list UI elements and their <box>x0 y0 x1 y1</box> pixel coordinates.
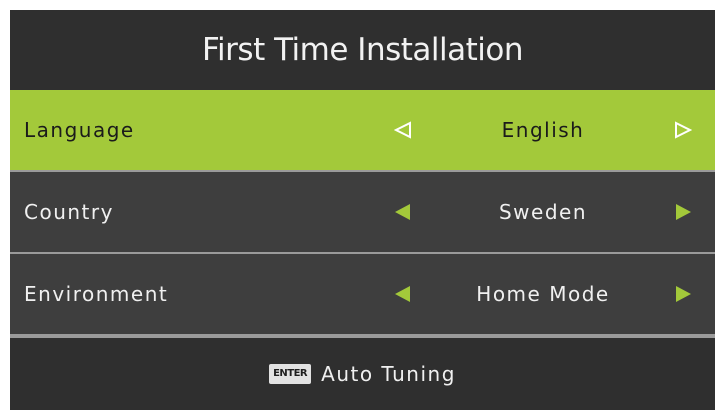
footer-hint: ENTER Auto Tuning <box>10 338 715 410</box>
language-value: English <box>501 118 585 142</box>
country-value: Sweden <box>498 200 588 224</box>
country-right-arrow-icon[interactable] <box>668 172 698 252</box>
country-label: Country <box>24 200 114 224</box>
country-left-arrow-icon[interactable] <box>388 172 418 252</box>
environment-right-arrow-icon[interactable] <box>668 254 698 334</box>
header: First Time Installation <box>10 10 715 90</box>
country-row[interactable]: Country Sweden <box>10 172 715 252</box>
enter-key-icon: ENTER <box>269 364 312 384</box>
environment-label: Environment <box>24 282 169 306</box>
environment-row[interactable]: Environment Home Mode <box>10 254 715 334</box>
language-row[interactable]: Language English <box>10 90 715 170</box>
page-title: First Time Installation <box>201 32 524 68</box>
environment-value: Home Mode <box>476 282 610 306</box>
language-label: Language <box>24 118 135 142</box>
language-left-arrow-icon[interactable] <box>388 90 418 170</box>
first-time-installation-screen: First Time Installation Language English… <box>10 10 715 410</box>
auto-tuning-label: Auto Tuning <box>321 362 456 386</box>
language-right-arrow-icon[interactable] <box>668 90 698 170</box>
environment-left-arrow-icon[interactable] <box>388 254 418 334</box>
